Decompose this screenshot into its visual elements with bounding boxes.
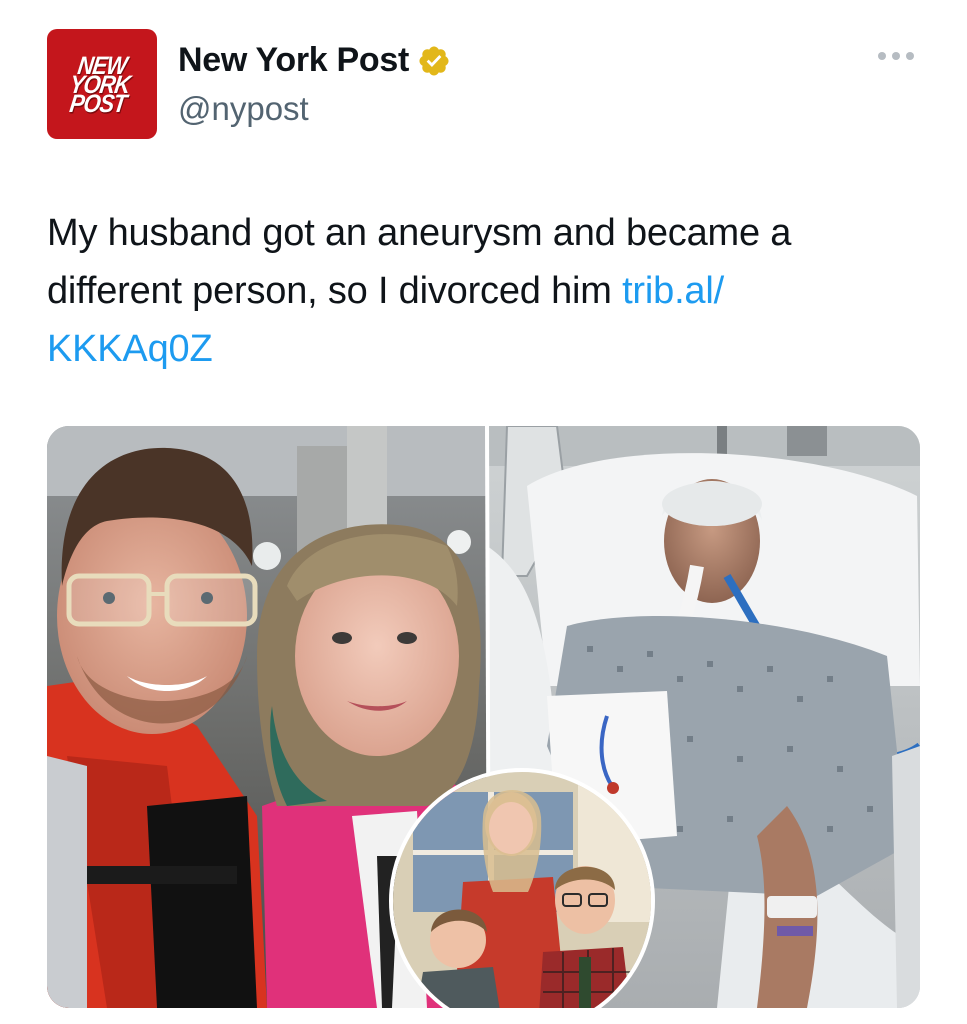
family-photo-illustration xyxy=(393,772,651,1008)
more-options-button[interactable] xyxy=(878,52,914,60)
tweet-card[interactable]: NEW YORK POST New York Post @nypost My h… xyxy=(0,0,967,1024)
tweet-link-line-1: trib.al/ xyxy=(622,270,724,312)
author-name-row[interactable]: New York Post xyxy=(178,41,451,80)
author-avatar[interactable]: NEW YORK POST xyxy=(47,29,157,139)
tweet-link-line-2: KKKAq0Z xyxy=(47,328,213,370)
more-horizontal-icon xyxy=(878,52,886,60)
more-horizontal-icon xyxy=(906,52,914,60)
tweet-text: My husband got an aneurysm and became a … xyxy=(47,204,917,378)
gold-verified-icon xyxy=(419,45,449,76)
author-handle[interactable]: @nypost xyxy=(178,90,309,128)
more-horizontal-icon xyxy=(892,52,900,60)
logo-line-3: POST xyxy=(68,88,128,118)
media-grid[interactable] xyxy=(47,426,920,1008)
author-display-name[interactable]: New York Post xyxy=(178,41,409,80)
